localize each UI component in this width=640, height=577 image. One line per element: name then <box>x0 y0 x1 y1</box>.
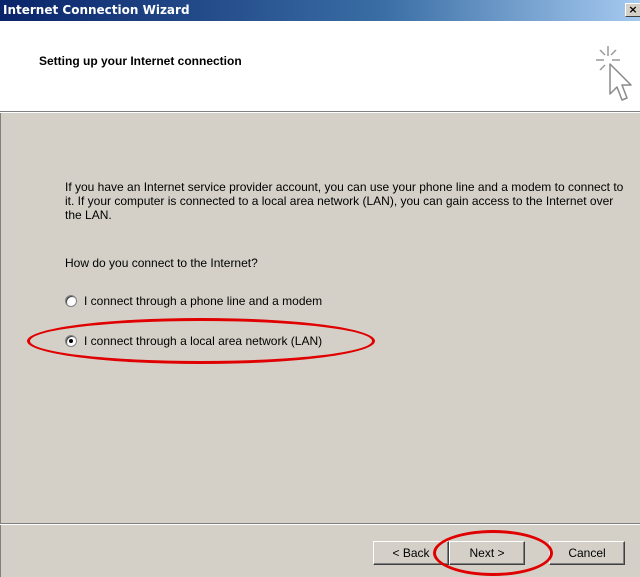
radio-option-lan[interactable]: I connect through a local area network (… <box>65 333 322 349</box>
radio-label-lan: I connect through a local area network (… <box>84 334 323 348</box>
close-icon: × <box>628 3 638 16</box>
wizard-cursor-sparkle-icon <box>596 46 632 101</box>
next-button[interactable]: Next > <box>449 541 525 565</box>
intro-text: If you have an Internet service provider… <box>65 180 624 222</box>
page-title: Setting up your Internet connection <box>39 54 242 68</box>
radio-button-unchecked[interactable] <box>65 295 77 307</box>
connection-question: How do you connect to the Internet? <box>65 256 258 270</box>
radio-option-modem[interactable]: I connect through a phone line and a mod… <box>65 293 322 309</box>
header-panel: Setting up your Internet connection <box>0 21 640 111</box>
cancel-button[interactable]: Cancel <box>549 541 625 565</box>
back-button[interactable]: < Back <box>373 541 449 565</box>
title-bar[interactable]: Internet Connection Wizard × <box>0 0 640 21</box>
radio-button-checked[interactable] <box>65 335 77 347</box>
wizard-window: Internet Connection Wizard × Setting up … <box>0 0 640 577</box>
footer-divider <box>0 523 640 525</box>
window-title: Internet Connection Wizard <box>3 3 190 17</box>
close-button[interactable]: × <box>625 3 640 17</box>
header-divider <box>0 111 640 113</box>
radio-label-modem: I connect through a phone line and a mod… <box>84 294 323 308</box>
